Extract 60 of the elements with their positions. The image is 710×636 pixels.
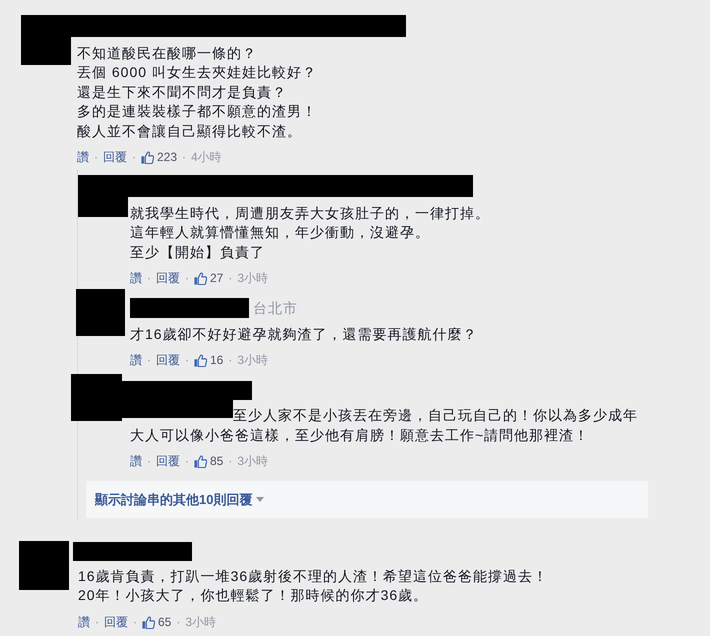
comment-text: 至少【開始】負責了 [130,242,265,262]
action-link[interactable]: 回覆 [104,613,128,631]
thumbs-up-icon [141,150,154,164]
timestamp: 3小時 [185,614,216,631]
action-link[interactable]: 回覆 [156,269,180,287]
redaction-block [19,541,69,590]
dot-separator: · [185,270,189,287]
dot-separator: · [147,270,151,287]
comment-text: 還是生下來不聞不問才是負責？ [77,82,287,102]
timestamp: 3小時 [237,453,268,470]
thumbs-up-icon [142,616,155,628]
dot-separator: · [95,614,99,631]
action-link[interactable]: 回覆 [156,351,180,369]
comment-text: 丟個 6000 叫女生去夾娃娃比較好？ [77,63,317,82]
like-count: 65 [158,614,172,631]
comment-text: 大人可以像小爸爸這樣，至少他有肩膀！願意去工作~請問他那裡渣！ [130,426,590,444]
comment-text: 16歲肯負責，打趴一堆36歲射後不理的人渣！希望這位爸爸能撐過去！ [78,566,548,586]
action-link[interactable]: 回覆 [103,148,127,166]
like-count: 16 [210,352,224,369]
dot-separator: · [176,614,180,631]
like-count: 85 [210,453,224,470]
caret-icon [256,497,264,502]
comment-text: 就我學生時代，周遭朋友弄大女孩肚子的，一律打掉。 [130,204,490,222]
comment-text: 酸人並不會讓自己顯得比較不渣。 [77,122,302,140]
thumbs-up-icon [194,454,207,468]
dot-separator: · [133,614,137,631]
thumbs-up-icon [194,272,207,284]
action-link[interactable]: 讚 [77,148,89,166]
dot-separator: · [147,453,151,470]
like-count: 223 [157,149,178,166]
thumbs-up-icon [194,354,207,366]
action-link[interactable]: 讚 [78,613,90,631]
comment-text: 這年輕人就算懵懂無知，年少衝動，沒避孕。 [130,223,430,242]
comment-text: 不知道酸民在酸哪一條的？ [77,44,257,62]
more-replies-button[interactable]: 顯示討論串的其他10則回覆 [86,481,648,518]
redaction-block [76,289,125,336]
comment-text: 20年！小孩大了，你也輕鬆了！那時候的你才36歲。 [78,586,428,605]
dot-separator: · [185,352,189,369]
timestamp: 3小時 [237,270,268,287]
comment-text: 才16歲卻不好好避孕就夠渣了，還需要再護航什麼？ [130,324,478,344]
dot-separator: · [185,453,189,470]
comment-text: 至少人家不是小孩丟在旁邊，自己玩自己的！你以為多少成年 [233,406,638,425]
timestamp: 3小時 [237,352,268,369]
comment-text: 多的是連裝裝樣子都不願意的渣男！ [77,102,317,121]
action-link[interactable]: 讚 [130,269,142,287]
dot-separator: · [228,453,232,470]
dot-separator: · [147,352,151,369]
dot-separator: · [228,352,232,369]
action-link[interactable]: 讚 [130,452,142,470]
like-count: 27 [210,270,224,287]
action-link[interactable]: 讚 [130,351,142,369]
redaction-block [78,175,128,217]
location-text: 台北市 [253,298,298,318]
action-link[interactable]: 回覆 [156,452,180,470]
dot-separator: · [94,149,98,166]
redaction-block [21,15,71,65]
dot-separator: · [182,149,186,166]
dot-separator: · [228,270,232,287]
timestamp: 4小時 [191,149,222,166]
dot-separator: · [132,149,136,166]
